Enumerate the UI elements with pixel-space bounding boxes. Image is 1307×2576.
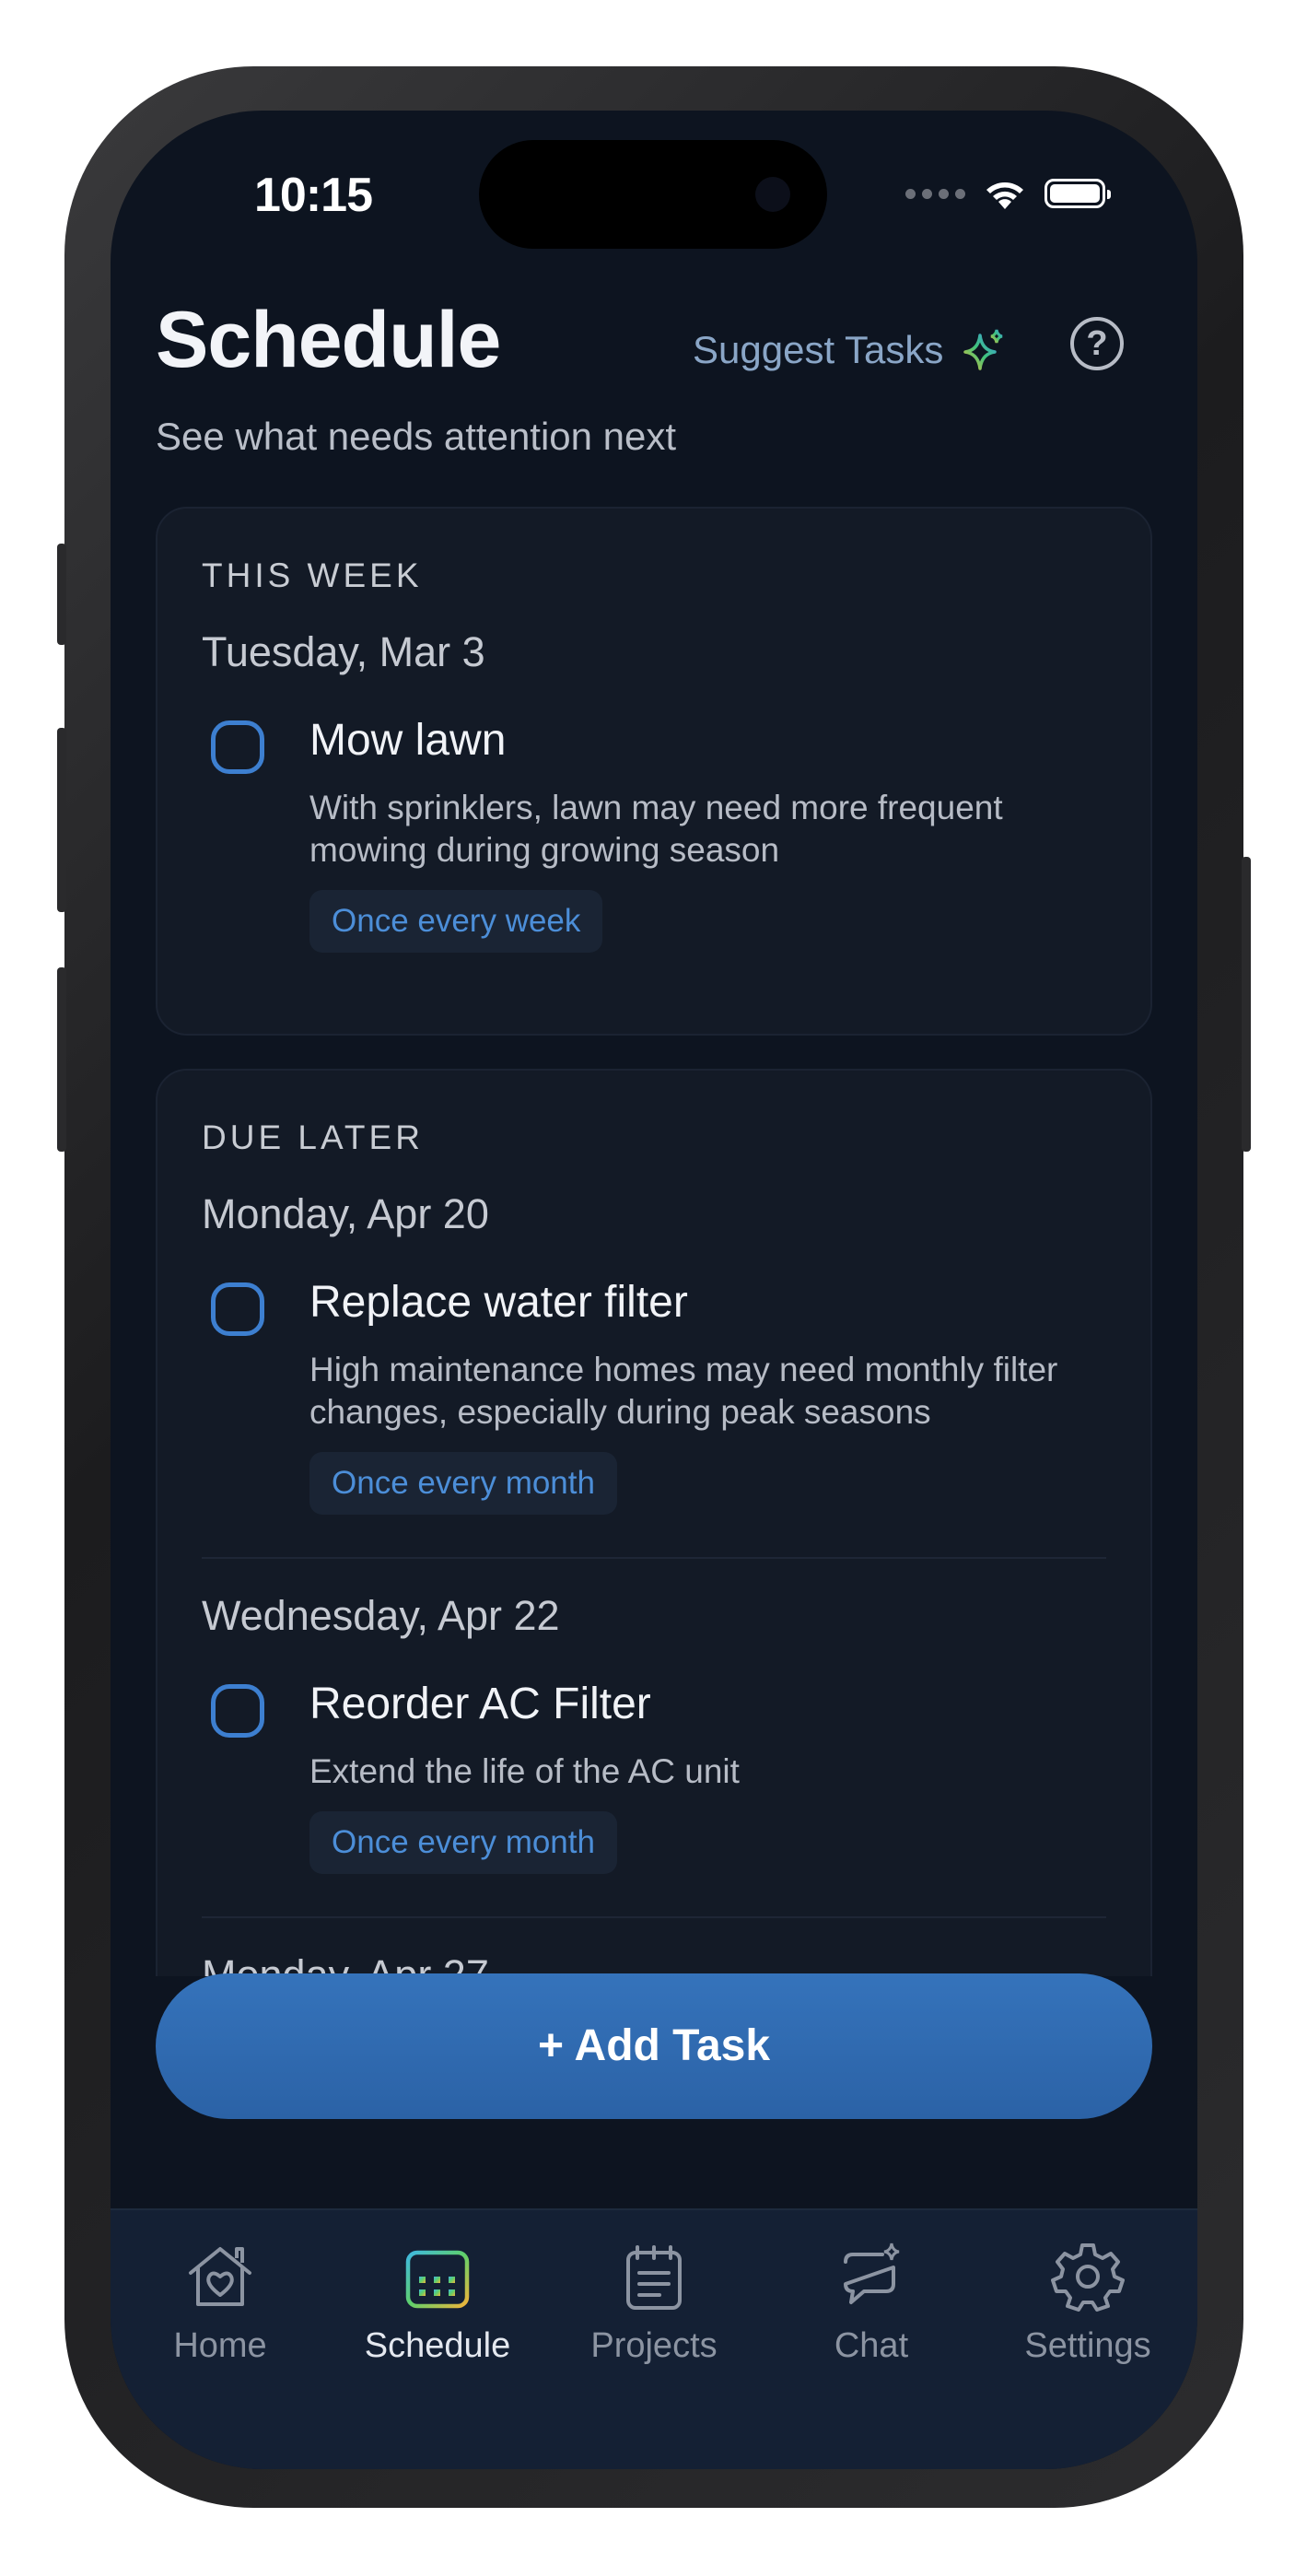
section-label: THIS WEEK [202,556,423,594]
clipboard-icon [626,2245,682,2310]
tab-label: Settings [1024,2326,1151,2365]
page-subtitle: See what needs attention next [156,415,677,458]
wifi-icon [986,182,1023,209]
frequency-badge: Once every week [309,890,603,953]
chat-sparkle-icon [844,2242,900,2304]
divider [202,1916,1106,1918]
tab-bar: Home Schedule Projects Chat Settings [111,2208,1197,2469]
task-title[interactable]: Replace water filter [309,1277,1106,1329]
divider [202,1557,1106,1559]
tab-projects[interactable]: Projects [553,2238,755,2366]
add-task-button[interactable]: + Add Task [156,1973,1152,2119]
action-button [57,544,66,645]
task-description: With sprinklers, lawn may need more freq… [309,789,1003,869]
tab-label: Chat [834,2326,909,2365]
status-icons [905,173,1111,214]
schedule-list[interactable]: THIS WEEK Tuesday, Mar 3 Mow lawn With s… [111,507,1197,1976]
tab-chat[interactable]: Chat [770,2238,973,2366]
task-item: Mow lawn With sprinklers, lawn may need … [202,715,1106,953]
task-checkbox[interactable] [211,720,264,774]
sparkle-icon [963,329,1003,370]
due-later-card: DUE LATER Monday, Apr 20 Replace water f… [156,1069,1152,1976]
date-label: Monday, Apr 27 [202,1951,489,1976]
task-item: Replace water filter High maintenance ho… [202,1277,1106,1515]
status-time: 10:15 [254,169,373,222]
section-label: DUE LATER [202,1118,424,1156]
help-button[interactable]: ? [1070,317,1124,370]
volume-down-button [57,967,66,1152]
task-description: Extend the life of the AC unit [309,1752,740,1790]
tab-home[interactable]: Home [119,2238,321,2366]
frequency-badge: Once every month [309,1811,617,1874]
tab-label: Projects [590,2326,718,2365]
this-week-card: THIS WEEK Tuesday, Mar 3 Mow lawn With s… [156,507,1152,1036]
tab-label: Schedule [364,2326,511,2365]
tab-label: Home [173,2326,267,2365]
calendar-icon [405,2243,470,2309]
front-camera [755,177,790,212]
volume-up-button [57,728,66,912]
power-button [1242,857,1251,1152]
gear-icon [1051,2243,1125,2312]
battery-icon [1044,179,1111,208]
page-title: Schedule [156,296,501,384]
home-heart-icon [189,2247,251,2306]
dynamic-island [479,140,827,249]
task-title[interactable]: Reorder AC Filter [309,1679,1106,1730]
tab-schedule[interactable]: Schedule [336,2238,539,2366]
suggest-tasks-label: Suggest Tasks [693,328,944,371]
task-title[interactable]: Mow lawn [309,715,1106,767]
date-label: Wednesday, Apr 22 [202,1592,560,1639]
date-label: Tuesday, Mar 3 [202,628,485,675]
date-label: Monday, Apr 20 [202,1190,489,1237]
cellular-signal-icon [905,188,965,199]
tab-settings[interactable]: Settings [986,2238,1189,2366]
suggest-tasks-button[interactable]: Suggest Tasks [693,326,1008,374]
task-checkbox[interactable] [211,1684,264,1738]
task-description: High maintenance homes may need monthly … [309,1351,1058,1431]
task-checkbox[interactable] [211,1282,264,1336]
phone-screen: 10:15 Schedule Suggest Tasks ? See what … [111,111,1197,2469]
task-item: Reorder AC Filter Extend the life of the… [202,1679,1106,1874]
frequency-badge: Once every month [309,1452,617,1515]
